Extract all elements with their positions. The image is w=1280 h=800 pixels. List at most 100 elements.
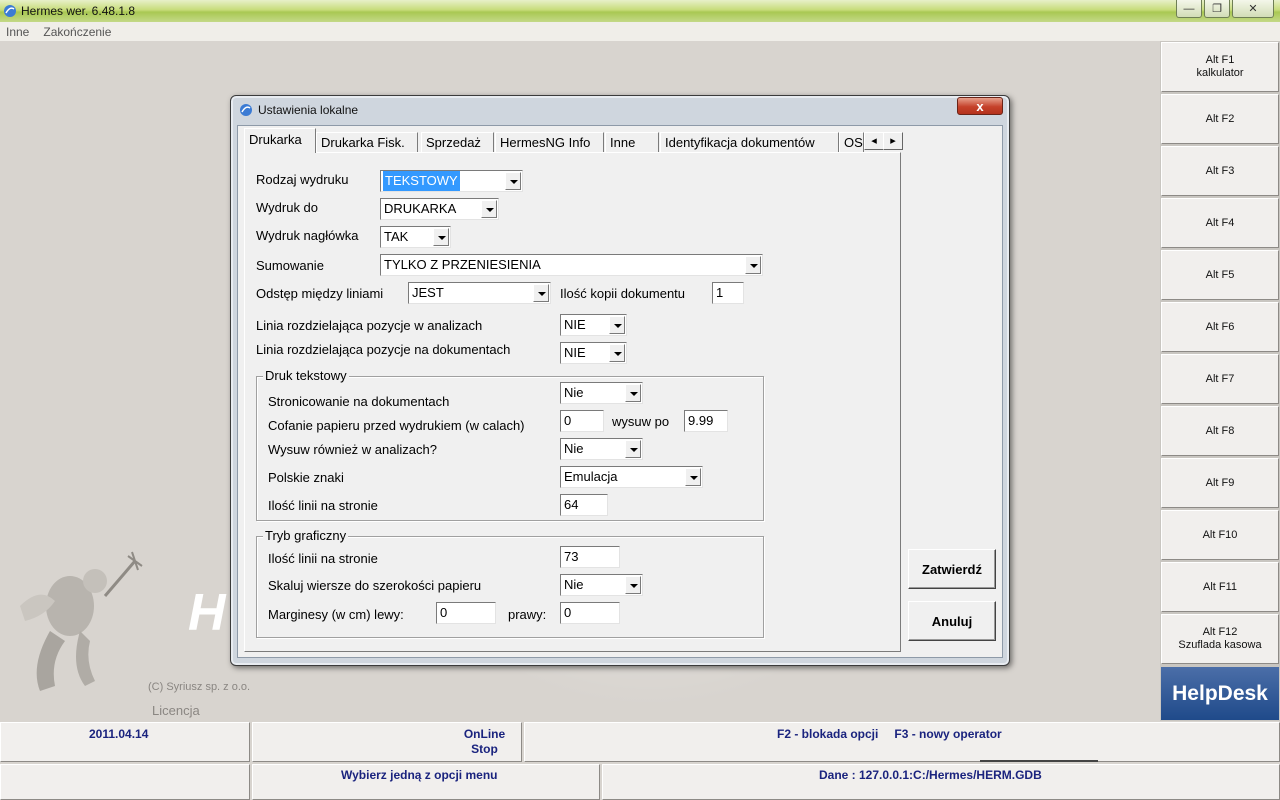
chevron-down-icon[interactable]: [609, 344, 625, 362]
fkey-label: Alt F4: [1205, 216, 1235, 229]
hermes-app-icon: [4, 5, 16, 17]
fkey-alt-f8[interactable]: Alt F8: [1161, 406, 1279, 456]
anuluj-button[interactable]: Anuluj: [908, 601, 996, 641]
tab-strip: Drukarka Drukarka Fisk. Sprzedaż HermesN…: [238, 126, 903, 153]
ilosc-linii-tekst-input[interactable]: 64: [560, 494, 608, 516]
hermes-figure-logo: [20, 551, 143, 691]
wysuw-analizy-select[interactable]: Nie: [560, 438, 643, 460]
odstep-label: Odstęp między liniami: [256, 286, 384, 301]
fkey-label: Alt F10: [1202, 528, 1238, 541]
rodzaj-wydruku-select[interactable]: TEKSTOWY: [380, 170, 523, 192]
skaluj-wiersze-select[interactable]: Nie: [560, 574, 643, 596]
druk-tekstowy-title: Druk tekstowy: [263, 368, 349, 383]
tab-os[interactable]: OS: [839, 132, 864, 153]
wysuw-po-label: wysuw po: [612, 414, 670, 429]
window-title: Hermes wer. 6.48.1.8: [21, 4, 136, 18]
ilosc-kopii-input[interactable]: 1: [712, 282, 744, 304]
function-key-panel: Alt F1 kalkulator Alt F2 Alt F3 Alt F4 Al…: [1160, 41, 1280, 721]
sumowanie-select[interactable]: TYLKO Z PRZENIESIENIA: [380, 254, 763, 276]
wydruk-naglowka-select[interactable]: TAK: [380, 226, 451, 248]
fkey-label: Alt F7: [1205, 372, 1235, 385]
close-button[interactable]: ✕: [1232, 0, 1274, 18]
fkey-label: Alt F12: [1202, 626, 1238, 638]
fkey-label: Alt F2: [1205, 112, 1235, 125]
sumowanie-value: TYLKO Z PRZENIESIENIA: [384, 257, 541, 272]
tab-drukarka-fisk[interactable]: Drukarka Fisk.: [316, 132, 418, 153]
fkey-alt-f11[interactable]: Alt F11: [1161, 562, 1279, 612]
fkey-alt-f4[interactable]: Alt F4: [1161, 198, 1279, 248]
chevron-down-icon[interactable]: [481, 200, 497, 218]
status-empty: [0, 764, 250, 800]
chevron-down-icon[interactable]: [685, 468, 701, 486]
linia-analizy-select[interactable]: NIE: [560, 314, 627, 336]
copyright-text: (C) Syriusz sp. z o.o.: [148, 681, 251, 693]
cofanie-papieru-input[interactable]: 0: [560, 410, 604, 432]
fkey-label: Alt F8: [1205, 424, 1235, 437]
status-f3-hint: F3 - nowy operator: [894, 727, 1002, 741]
stronicowanie-label: Stronicowanie na dokumentach: [268, 394, 450, 409]
chevron-down-icon[interactable]: [625, 576, 641, 594]
helpdesk-button[interactable]: HelpDesk: [1161, 667, 1279, 720]
tab-scroll-right[interactable]: ▸: [883, 132, 903, 150]
tab-drukarka[interactable]: Drukarka: [244, 128, 316, 153]
linia-analizy-label: Linia rozdzielająca pozycje w analizach: [256, 318, 483, 333]
ilosc-linii-graf-label: Ilość linii na stronie: [268, 551, 378, 566]
menu-item-zakonczenie[interactable]: Zakończenie: [43, 25, 111, 39]
minimize-button[interactable]: —: [1176, 0, 1202, 18]
fkey-alt-f6[interactable]: Alt F6: [1161, 302, 1279, 352]
window-titlebar: Hermes wer. 6.48.1.8 — ❐ ✕: [0, 0, 1280, 22]
dialog-title: Ustawienia lokalne: [258, 103, 359, 117]
linia-dokumenty-select[interactable]: NIE: [560, 342, 627, 364]
wydruk-naglowka-label: Wydruk nagłówka: [256, 228, 359, 243]
odstep-select[interactable]: JEST: [408, 282, 551, 304]
fkey-alt-f7[interactable]: Alt F7: [1161, 354, 1279, 404]
status-online-line2: Stop: [471, 742, 498, 756]
wydruk-do-select[interactable]: DRUKARKA: [380, 198, 499, 220]
fkey-alt-f1[interactable]: Alt F1 kalkulator: [1161, 42, 1279, 92]
chevron-down-icon[interactable]: [433, 228, 449, 246]
status-f2-hint: F2 - blokada opcji: [777, 727, 879, 741]
fkey-sub: kalkulator: [1196, 67, 1244, 79]
fkey-alt-f3[interactable]: Alt F3: [1161, 146, 1279, 196]
fkey-alt-f9[interactable]: Alt F9: [1161, 458, 1279, 508]
fkey-alt-f2[interactable]: Alt F2: [1161, 94, 1279, 144]
licencja-label[interactable]: Licencja: [152, 703, 200, 718]
rodzaj-wydruku-value: TEKSTOWY: [383, 171, 460, 191]
stronicowanie-select[interactable]: Nie: [560, 382, 643, 404]
margines-lewy-input[interactable]: 0: [436, 602, 496, 624]
fkey-alt-f5[interactable]: Alt F5: [1161, 250, 1279, 300]
fkey-label: Alt F11: [1202, 580, 1238, 593]
maximize-button[interactable]: ❐: [1204, 0, 1230, 18]
wydruk-do-value: DRUKARKA: [384, 201, 457, 216]
fkey-alt-f10[interactable]: Alt F10: [1161, 510, 1279, 560]
tab-inne[interactable]: Inne: [605, 132, 659, 153]
zatwierdz-button[interactable]: Zatwierdź: [908, 549, 996, 589]
ilosc-linii-graf-input[interactable]: 73: [560, 546, 620, 568]
dialog-close-button[interactable]: x: [957, 97, 1003, 115]
wysuw-analizy-value: Nie: [564, 441, 584, 456]
margines-prawy-label: prawy:: [508, 607, 547, 622]
fkey-label: Alt F3: [1205, 164, 1235, 177]
polskie-znaki-select[interactable]: Emulacja: [560, 466, 703, 488]
fkey-alt-f12[interactable]: Alt F12 Szuflada kasowa: [1161, 614, 1279, 664]
odstep-value: JEST: [412, 285, 444, 300]
chevron-down-icon[interactable]: [745, 256, 761, 274]
polskie-znaki-label: Polskie znaki: [268, 470, 344, 485]
chevron-down-icon[interactable]: [609, 316, 625, 334]
tab-identyfikacja-dokumentow[interactable]: Identyfikacja dokumentów: [660, 132, 839, 153]
chevron-down-icon[interactable]: [625, 384, 641, 402]
wysuw-po-input[interactable]: 9.99: [684, 410, 728, 432]
margines-prawy-input[interactable]: 0: [560, 602, 620, 624]
tab-sprzedaz[interactable]: Sprzedaż: [421, 132, 494, 153]
wydruk-naglowka-value: TAK: [384, 229, 409, 244]
tab-scroll-left[interactable]: ◂: [864, 132, 884, 150]
dialog-body: Drukarka Drukarka Fisk. Sprzedaż HermesN…: [237, 125, 1003, 658]
tab-hermesng-info[interactable]: HermesNG Info: [495, 132, 604, 153]
skaluj-wiersze-label: Skaluj wiersze do szerokości papieru: [268, 578, 482, 593]
menu-item-inne[interactable]: Inne: [6, 25, 29, 39]
status-online[interactable]: OnLine Stop: [252, 722, 522, 762]
stronicowanie-value: Nie: [564, 385, 584, 400]
chevron-down-icon[interactable]: [625, 440, 641, 458]
chevron-down-icon[interactable]: [533, 284, 549, 302]
chevron-down-icon[interactable]: [505, 172, 521, 190]
